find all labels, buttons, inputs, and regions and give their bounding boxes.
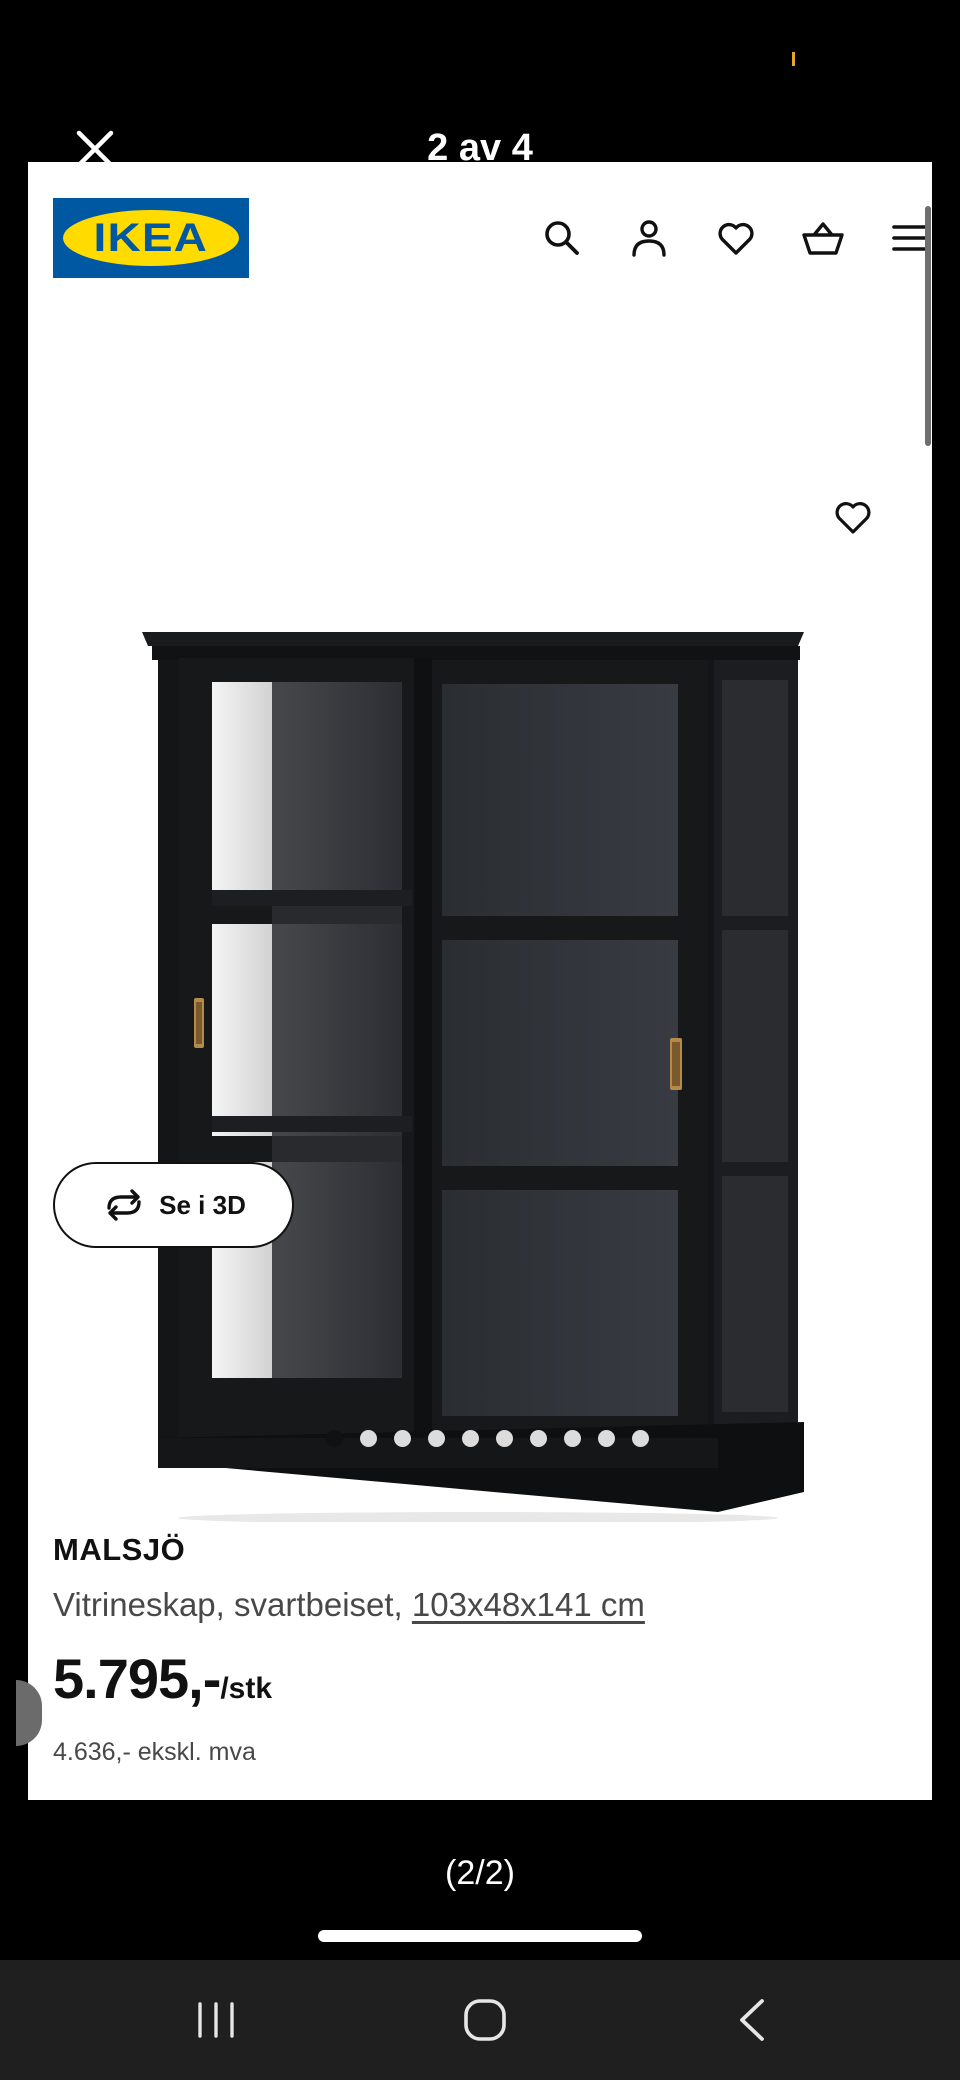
logo-text: IKEA (93, 215, 209, 260)
recent-apps-icon (198, 2002, 234, 2038)
pagination-dot[interactable] (394, 1430, 411, 1447)
rotate-3d-icon (107, 1189, 141, 1221)
system-navigation-bar (0, 1960, 960, 2080)
recent-apps-button[interactable] (156, 1960, 276, 2080)
search-button[interactable] (538, 214, 586, 262)
account-icon (632, 220, 666, 257)
price-excl-vat: 4.636,- ekskl. mva (53, 1738, 256, 1766)
favorites-button[interactable] (712, 214, 760, 262)
product-description: Vitrineskap, svartbeiset, 103x48x141 cm (53, 1586, 645, 1624)
image-pagination (28, 1430, 932, 1447)
pagination-dot[interactable] (462, 1430, 479, 1447)
add-to-favorites-button[interactable] (828, 492, 878, 542)
heart-icon (835, 502, 871, 534)
pagination-dot[interactable] (598, 1430, 615, 1447)
page-counter: (2/2) (445, 1854, 515, 1892)
back-icon (740, 1999, 764, 2041)
pagination-dot[interactable] (564, 1430, 581, 1447)
menu-icon (892, 225, 928, 251)
screenshot-card: IKEA Se i 3D MALSJÖ Vitrineskap, svartbe… (28, 162, 932, 1800)
pagination-dot[interactable] (428, 1430, 445, 1447)
pagination-dot[interactable] (496, 1430, 513, 1447)
product-image[interactable] (28, 342, 932, 1522)
basket-icon (802, 222, 844, 255)
product-name: MALSJÖ (53, 1532, 186, 1567)
account-button[interactable] (625, 214, 673, 262)
product-type: Vitrineskap, svartbeiset, (53, 1586, 403, 1623)
search-icon (545, 221, 579, 255)
pagination-dot[interactable] (632, 1430, 649, 1447)
home-indicator[interactable] (318, 1930, 642, 1942)
price-amount: 5.795,- (53, 1647, 221, 1710)
ikea-logo[interactable]: IKEA (53, 198, 249, 278)
pagination-dot[interactable] (530, 1430, 547, 1447)
pagination-dot[interactable] (326, 1430, 343, 1447)
basket-button[interactable] (799, 214, 847, 262)
status-indicator (792, 52, 795, 66)
see-in-3d-button[interactable]: Se i 3D (53, 1162, 294, 1248)
back-button[interactable] (692, 1960, 812, 2080)
pagination-dot[interactable] (360, 1430, 377, 1447)
product-price: 5.795,-/stk (53, 1646, 272, 1711)
home-button[interactable] (425, 1960, 545, 2080)
price-unit: /stk (220, 1672, 273, 1705)
see-in-3d-label: Se i 3D (159, 1189, 246, 1220)
home-icon (464, 1999, 506, 2041)
product-dimensions-link[interactable]: 103x48x141 cm (412, 1586, 645, 1623)
heart-icon (718, 222, 754, 255)
